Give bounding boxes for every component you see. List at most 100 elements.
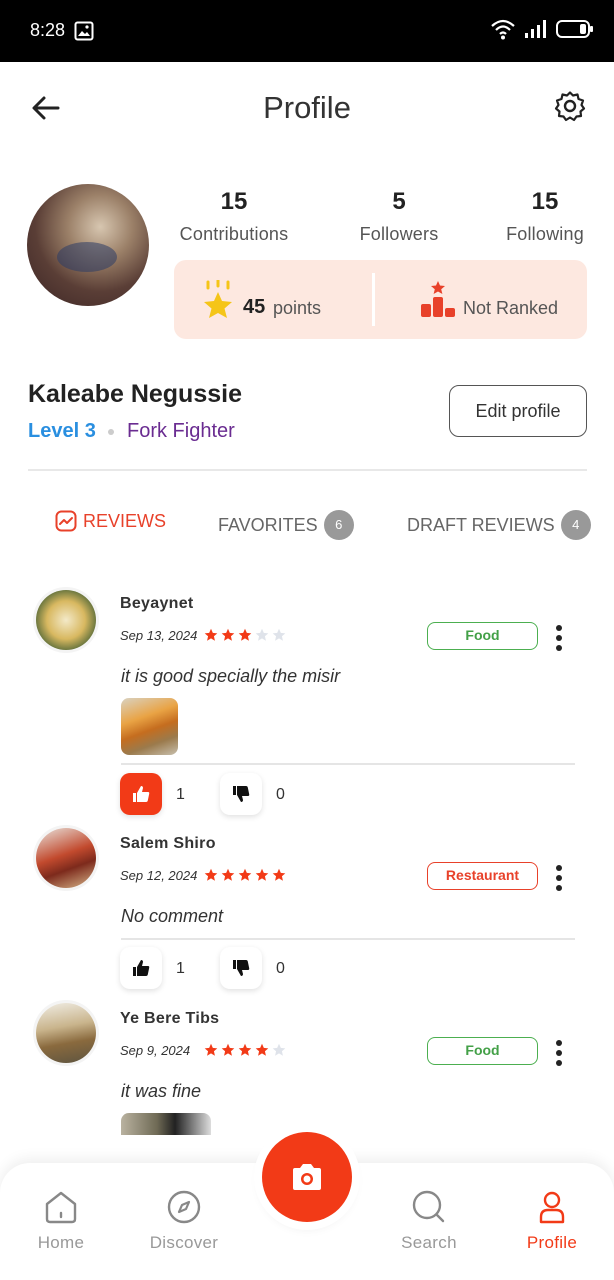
dislike-button[interactable]	[220, 773, 262, 815]
nav-label: Home	[37, 1233, 85, 1252]
more-vertical-icon	[556, 865, 562, 891]
more-options-button[interactable]	[550, 624, 568, 652]
edit-profile-button[interactable]: Edit profile	[449, 385, 587, 437]
like-button[interactable]	[120, 773, 162, 815]
stat-followers[interactable]: 5 Followers	[349, 188, 449, 245]
settings-button[interactable]	[554, 90, 590, 126]
star-icon	[221, 1043, 235, 1056]
star-icon	[255, 1043, 269, 1056]
dislike-count: 0	[276, 786, 285, 803]
stat-label: Contributions	[179, 224, 289, 244]
star-icon	[255, 868, 269, 881]
more-options-button[interactable]	[550, 1039, 568, 1067]
restaurant-thumbnail	[36, 828, 96, 888]
review-text: No comment	[121, 906, 224, 926]
divider	[121, 763, 575, 765]
tab-label: DRAFT REVIEWS	[407, 514, 555, 535]
user-title: Fork Fighter	[127, 420, 235, 442]
divider	[28, 469, 587, 471]
restaurant-thumbnail	[36, 1003, 96, 1063]
nav-label: Search	[401, 1233, 457, 1252]
thumbs-down-icon	[233, 960, 250, 976]
nav-profile[interactable]: Profile	[502, 1189, 602, 1253]
trend-chart-icon	[55, 510, 77, 532]
like-count: 1	[176, 786, 185, 803]
stat-contributions[interactable]: 15 Contributions	[174, 188, 294, 245]
page-title: Profile	[263, 90, 351, 125]
thumbs-down-icon	[233, 786, 250, 802]
review-restaurant-name: Salem Shiro	[120, 835, 216, 852]
nav-discover[interactable]: Discover	[134, 1189, 234, 1253]
more-vertical-icon	[556, 625, 562, 651]
category-tag[interactable]: Restaurant	[427, 862, 538, 890]
user-level: Level 3	[28, 420, 96, 442]
points-label: points	[273, 298, 322, 318]
separator-dot	[108, 429, 114, 435]
star-icon	[238, 1043, 252, 1056]
like-button[interactable]	[120, 947, 162, 989]
dislike-count: 0	[276, 960, 285, 977]
review-photo[interactable]	[121, 1113, 211, 1135]
review-date: Sep 13, 2024	[120, 628, 198, 643]
thumbs-up-icon	[133, 786, 150, 802]
home-icon	[45, 1191, 77, 1224]
compass-icon	[167, 1190, 201, 1224]
star-icon	[255, 628, 269, 641]
stat-value: 15	[531, 188, 559, 215]
stat-following[interactable]: 15 Following	[500, 188, 590, 245]
like-count: 1	[176, 960, 185, 977]
points-card: 45 points Not Ranked	[174, 260, 587, 339]
review-text: it was fine	[121, 1081, 202, 1101]
dislike-button[interactable]	[220, 947, 262, 989]
camera-button[interactable]	[262, 1132, 352, 1222]
star-icon	[238, 628, 252, 641]
search-icon	[412, 1190, 445, 1223]
camera-icon	[293, 1164, 321, 1190]
star-icon	[221, 628, 235, 641]
review-photo[interactable]	[121, 698, 178, 755]
tab-reviews[interactable]: REVIEWS	[55, 510, 166, 532]
star-rating	[204, 1043, 286, 1057]
status-time: 8:28	[30, 20, 66, 40]
tab-favorites[interactable]: FAVORITES 6	[218, 510, 354, 540]
tab-label: FAVORITES	[218, 514, 318, 535]
star-icon	[204, 868, 218, 881]
star-rating	[204, 628, 286, 642]
nav-search[interactable]: Search	[379, 1189, 479, 1253]
divider	[372, 273, 375, 326]
stat-label: Followers	[359, 224, 439, 244]
more-options-button[interactable]	[550, 864, 568, 892]
points-value: 45	[243, 296, 266, 318]
battery-icon	[556, 19, 594, 44]
user-icon	[539, 1191, 565, 1224]
rank-label: Not Ranked	[463, 298, 559, 318]
nav-label: Discover	[149, 1233, 219, 1252]
status-bar: 8:28	[0, 0, 614, 62]
nav-home[interactable]: Home	[11, 1189, 111, 1253]
star-icon	[272, 868, 286, 881]
star-trophy-icon	[202, 278, 234, 325]
podium-icon	[420, 280, 456, 323]
more-vertical-icon	[556, 1040, 562, 1066]
avatar[interactable]	[27, 184, 149, 306]
count-badge: 4	[560, 510, 591, 540]
stat-value: 5	[392, 188, 406, 215]
signal-icon	[524, 19, 548, 44]
category-tag[interactable]: Food	[427, 622, 538, 650]
thumbs-up-icon	[133, 960, 150, 976]
review-restaurant-name: Beyaynet	[120, 595, 194, 612]
wifi-icon	[490, 18, 516, 45]
category-tag[interactable]: Food	[427, 1037, 538, 1065]
star-icon	[221, 868, 235, 881]
stat-label: Following	[506, 224, 584, 244]
restaurant-thumbnail	[36, 590, 96, 650]
review-date: Sep 9, 2024	[120, 1043, 191, 1058]
app-header: Profile	[0, 62, 614, 157]
stat-value: 15	[220, 188, 248, 215]
gallery-icon	[74, 21, 94, 46]
tab-draft-reviews[interactable]: DRAFT REVIEWS 4	[407, 510, 591, 540]
nav-label: Profile	[526, 1233, 578, 1252]
tab-label: REVIEWS	[83, 510, 167, 531]
star-icon	[272, 1043, 286, 1056]
divider	[121, 938, 575, 940]
